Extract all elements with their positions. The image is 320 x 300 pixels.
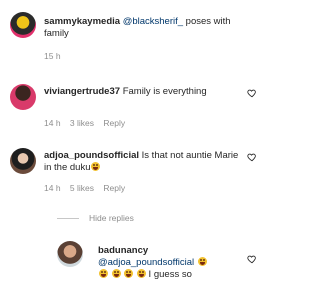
comment-meta: 14 h 5 likes Reply: [44, 183, 132, 193]
hide-replies-button[interactable]: Hide replies: [89, 213, 134, 223]
heart-outline-icon[interactable]: [247, 254, 257, 264]
caption-time: 15 h: [44, 51, 61, 61]
laughing-face-emoji-icon: [136, 269, 146, 278]
reply-mention[interactable]: @adjoa_poundsofficial: [98, 257, 194, 268]
comment-username[interactable]: adjoa_poundsofficial: [44, 150, 139, 161]
comment-time: 14 h: [44, 118, 61, 128]
heart-outline-icon[interactable]: [247, 152, 257, 162]
comment-likes[interactable]: 5 likes: [70, 183, 94, 193]
replies-divider: [57, 218, 79, 219]
comment-time: 14 h: [44, 183, 61, 193]
laughing-face-emoji-icon: [91, 162, 101, 171]
caption-username[interactable]: sammykaymedia: [44, 16, 120, 27]
laughing-face-emoji-icon: [99, 269, 108, 278]
caption-meta: 15 h: [44, 51, 68, 61]
avatar[interactable]: [10, 84, 36, 110]
laughing-face-emoji-icon: [111, 269, 121, 278]
caption-mention[interactable]: @blacksherif_: [123, 16, 183, 27]
reply-button[interactable]: Reply: [103, 118, 125, 128]
avatar[interactable]: [10, 12, 36, 38]
reply-button[interactable]: Reply: [103, 183, 125, 193]
caption-text: sammykaymedia @blacksherif_ poses with f…: [44, 16, 254, 40]
comment-body: Family is everything: [122, 86, 207, 97]
reply-text: badunancy @adjoa_poundsofficial I guess …: [98, 245, 243, 281]
comment-username[interactable]: viviangertrude37: [44, 86, 120, 97]
reply-body: I guess so: [145, 269, 192, 280]
reply-username[interactable]: badunancy: [98, 245, 148, 256]
heart-outline-icon[interactable]: [247, 88, 257, 98]
laughing-face-emoji-icon: [124, 269, 134, 278]
comment-text: adjoa_poundsofficial Is that not auntie …: [44, 150, 244, 174]
laughing-face-emoji-icon: [197, 257, 207, 266]
comment-meta: 14 h 3 likes Reply: [44, 118, 132, 128]
avatar[interactable]: [57, 241, 83, 267]
comment-text: viviangertrude37 Family is everything: [44, 86, 229, 98]
avatar[interactable]: [10, 148, 36, 174]
comment-likes[interactable]: 3 likes: [70, 118, 94, 128]
